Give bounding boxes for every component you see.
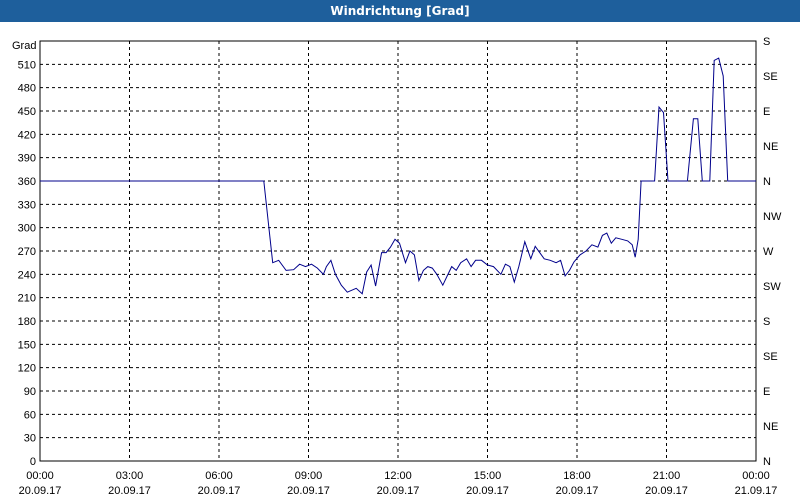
x-tick-date: 21.09.17 — [735, 485, 778, 497]
y-tick-label: 390 — [18, 153, 36, 165]
y-axis-label: Grad — [12, 40, 36, 52]
x-tick-time: 15:00 — [474, 470, 502, 482]
y-right-tick-label: SW — [763, 281, 781, 293]
y-right-tick-label: NE — [763, 141, 778, 153]
chart-title: Windrichtung [Grad] — [330, 4, 470, 18]
y-tick-label: 330 — [18, 199, 36, 211]
x-tick-time: 00:00 — [742, 470, 770, 482]
x-tick-date: 20.09.17 — [556, 485, 599, 497]
y-axis-ticks: 0 30 60 90 120 150 180 210 240 270 300 330 360 390 420… — [18, 59, 36, 468]
chart-title-bar: Windrichtung [Grad] — [0, 0, 800, 22]
y-axis-right-ticks: N NE E SE S SW W NW N NE E SE S — [763, 36, 782, 468]
y-right-tick-label: N — [763, 176, 771, 188]
y-tick-label: 360 — [18, 176, 36, 188]
y-right-tick-label: E — [763, 106, 770, 118]
y-tick-label: 150 — [18, 339, 36, 351]
y-tick-label: 60 — [24, 409, 36, 421]
y-right-tick-label: S — [763, 316, 770, 328]
y-tick-label: 510 — [18, 59, 36, 71]
x-tick-date: 20.09.17 — [287, 485, 330, 497]
y-tick-label: 300 — [18, 223, 36, 235]
y-tick-label: 210 — [18, 293, 36, 305]
y-right-tick-label: S — [763, 36, 770, 48]
x-tick-time: 21:00 — [653, 470, 681, 482]
x-axis-ticks: 00:00 20.09.17 03:00 20.09.17 06:00 20.09.17 0… — [19, 470, 778, 497]
x-tick-date: 20.09.17 — [198, 485, 241, 497]
x-tick-date: 20.09.17 — [466, 485, 509, 497]
y-right-tick-label: E — [763, 386, 770, 398]
x-tick-time: 00:00 — [26, 470, 54, 482]
y-right-tick-label: N — [763, 456, 771, 468]
x-tick-date: 20.09.17 — [19, 485, 62, 497]
x-tick-time: 06:00 — [205, 470, 233, 482]
x-tick-time: 09:00 — [295, 470, 323, 482]
y-tick-label: 120 — [18, 363, 36, 375]
y-tick-label: 480 — [18, 83, 36, 95]
x-tick-time: 18:00 — [563, 470, 591, 482]
y-right-tick-label: W — [763, 246, 774, 258]
y-right-tick-label: NW — [763, 211, 782, 223]
x-tick-date: 20.09.17 — [377, 485, 420, 497]
x-tick-time: 12:00 — [384, 470, 412, 482]
y-tick-label: 180 — [18, 316, 36, 328]
x-tick-date: 20.09.17 — [645, 485, 688, 497]
wind-direction-chart: Grad 0 30 60 90 120 150 180 210 240 270 300 330 360 3… — [12, 36, 782, 497]
y-right-tick-label: SE — [763, 351, 778, 363]
y-right-tick-label: SE — [763, 71, 778, 83]
x-tick-time: 03:00 — [116, 470, 144, 482]
y-tick-label: 30 — [24, 433, 36, 445]
y-tick-label: 0 — [30, 456, 36, 468]
y-tick-label: 270 — [18, 246, 36, 258]
y-right-tick-label: NE — [763, 421, 778, 433]
y-tick-label: 450 — [18, 106, 36, 118]
x-tick-date: 20.09.17 — [108, 485, 151, 497]
y-tick-label: 90 — [24, 386, 36, 398]
y-tick-label: 240 — [18, 269, 36, 281]
y-tick-label: 420 — [18, 129, 36, 141]
